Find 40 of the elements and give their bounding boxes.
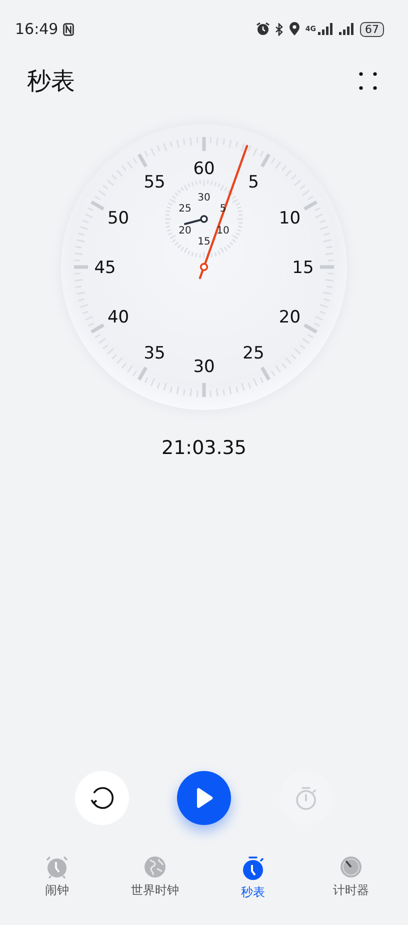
elapsed-time: 21:03.35: [160, 437, 248, 459]
dial-number: 35: [144, 344, 166, 364]
subdial-number: 20: [178, 226, 192, 236]
dial-number: 25: [242, 344, 264, 364]
subdial-number: 30: [198, 192, 210, 204]
tab-item[interactable]: 闹钟: [8, 853, 106, 925]
dial-number: 50: [107, 208, 130, 228]
minute-hand: [184, 215, 208, 225]
timer-icon: [339, 855, 363, 879]
dial-number: 45: [94, 258, 116, 278]
alarm-clock-icon: [256, 22, 270, 36]
alarm-clock-icon: [45, 855, 69, 879]
globe-icon: [143, 855, 167, 879]
dial-number: 55: [144, 172, 166, 192]
clock-time: 16:49: [15, 20, 58, 38]
subdial-number: 15: [198, 236, 210, 248]
nfc-icon: [63, 22, 74, 36]
dial-number: 20: [278, 308, 301, 328]
location-pin-icon: [289, 22, 300, 36]
subdial-number: 25: [178, 204, 192, 214]
dial-number: 10: [278, 208, 301, 228]
signal-icon: [318, 23, 334, 35]
tab-item[interactable]: 世界时钟: [106, 853, 204, 925]
more-options-button[interactable]: [358, 71, 378, 91]
subdial-number: 10: [216, 226, 230, 236]
battery-level: 67: [360, 22, 384, 36]
bluetooth-icon: [275, 22, 284, 36]
signal-icon: [339, 23, 355, 35]
page-title: 秒表: [27, 66, 75, 97]
dial-number: 30: [193, 357, 215, 377]
stopwatch-icon: [241, 855, 265, 881]
dial-number: 15: [292, 258, 314, 278]
dial-number: 40: [107, 308, 130, 328]
dial-number: 5: [248, 172, 259, 192]
dial-number: 60: [193, 159, 215, 179]
tab-item[interactable]: 计时器: [302, 853, 400, 925]
reset-icon: [88, 784, 116, 812]
tab-item[interactable]: 秒表: [204, 853, 302, 925]
stopwatch-icon: [294, 785, 318, 811]
start-button[interactable]: [177, 771, 231, 825]
